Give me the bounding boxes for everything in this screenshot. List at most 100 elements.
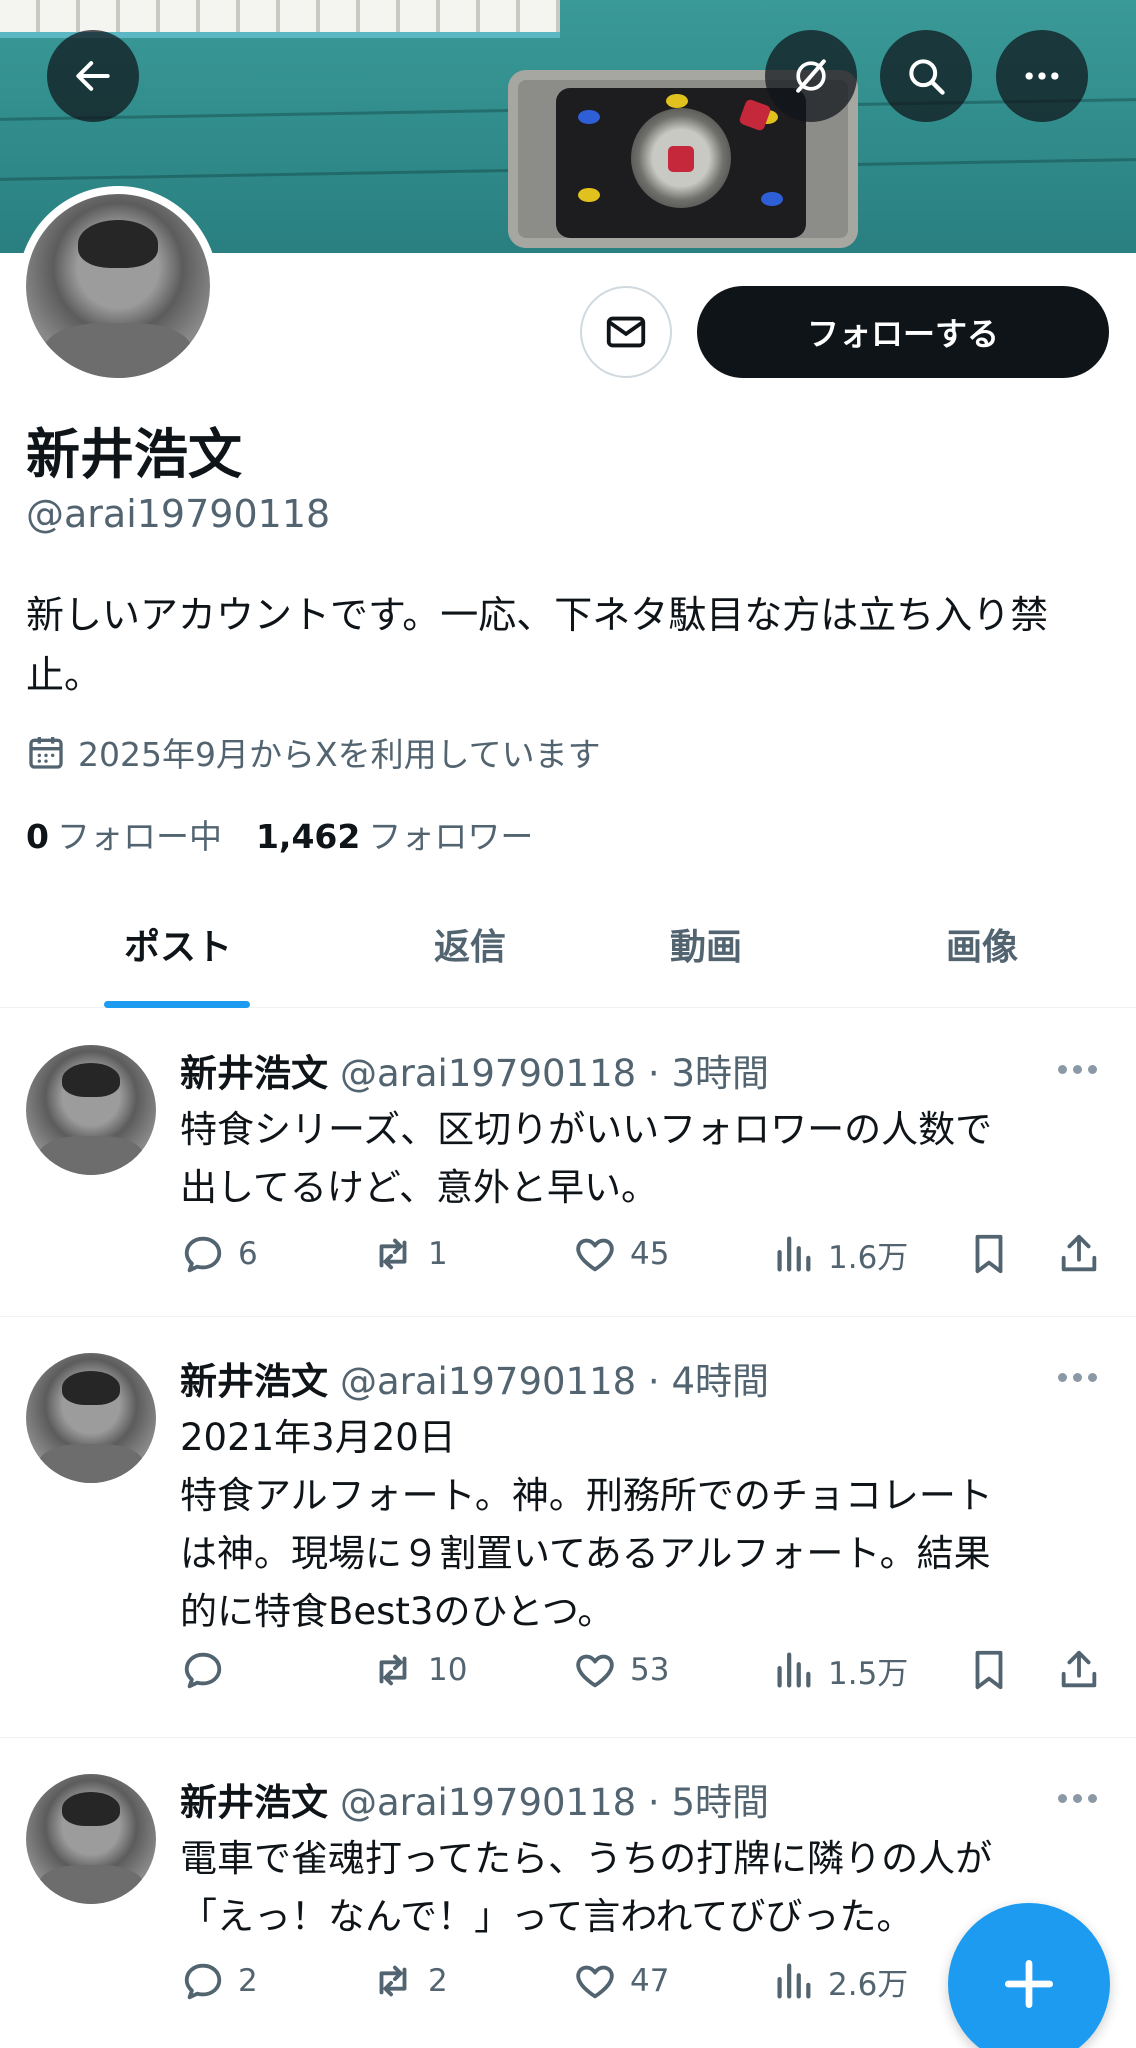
views-icon [777,1236,811,1272]
post[interactable]: 新井浩文 @arai19790118 · 4時間 2021年3月20日 特食アルフ… [0,1317,1136,1738]
follow-button[interactable]: フォローする [697,286,1109,378]
post-separator: · [636,1781,672,1824]
repost-count: 1 [428,1236,448,1272]
like-button[interactable]: 47 [572,1958,669,2004]
message-button[interactable] [580,286,672,378]
joined-label: 2025年9月からXを利用しています [78,735,601,774]
post-author-handle[interactable]: @arai19790118 [340,1781,636,1824]
reply-icon [184,1236,222,1273]
post-more-button[interactable] [1058,1059,1108,1079]
reply-button[interactable]: 6 [180,1231,258,1277]
repost-button[interactable]: 10 [370,1647,467,1693]
reply-button[interactable] [180,1647,238,1693]
post-header: 新井浩文 @arai19790118 · 4時間 [180,1351,769,1405]
like-button[interactable]: 53 [572,1647,669,1693]
tab-images[interactable]: 画像 [864,880,1100,1008]
post-actions: 6 1 45 1.6万 [180,1231,1110,1285]
post-author-name[interactable]: 新井浩文 [180,1781,328,1824]
post-header: 新井浩文 @arai19790118 · 5時間 [180,1772,769,1826]
share-icon [1061,1650,1097,1688]
profile-bio: 新しいアカウントです。一応、下ネタ駄目な方は立ち入り禁止。 [26,593,1049,697]
view-count: 1.5万 [828,1655,909,1692]
reply-button[interactable]: 2 [180,1958,258,2004]
post-time[interactable]: 3時間 [671,1052,769,1095]
repost-count: 10 [428,1652,468,1688]
bookmark-button[interactable] [966,1231,1012,1277]
grok-icon [796,59,826,93]
post-author-handle[interactable]: @arai19790118 [340,1360,636,1403]
search-icon [909,59,945,95]
profile-name: 新井浩文 [26,423,242,486]
following-label: フォロー中 [56,817,222,856]
post-author-handle[interactable]: @arai19790118 [340,1052,636,1095]
repost-icon [379,1965,407,1997]
reply-count: 6 [238,1236,258,1272]
more-button[interactable] [996,30,1088,122]
profile-handle: @arai19790118 [26,492,331,536]
share-button[interactable] [1056,1231,1102,1277]
post-text: 電車で雀魂打ってたら、うちの打牌に隣りの人が 「えっ！なんで！」って言われてびび… [180,1837,993,1938]
share-icon [1061,1234,1097,1272]
reply-count: 2 [238,1963,258,1999]
followers-label: フォロワー [368,817,534,856]
grok-button[interactable] [765,30,857,122]
plus-icon [1004,1959,1054,2009]
joined-date: 2025年9月からXを利用しています [26,728,601,776]
back-button[interactable] [47,30,139,122]
view-count: 2.6万 [828,1966,909,2003]
views-icon [777,1963,811,1999]
heart-icon [576,1965,614,1999]
post-text: 2021年3月20日 特食アルフォート。神。刑務所でのチョコレート は神。現場に… [180,1416,993,1633]
like-count: 45 [630,1236,670,1272]
arrow-left-icon [76,61,110,91]
following-count: 0 [26,817,49,856]
views-button[interactable]: 1.5万 [770,1647,908,1693]
repost-button[interactable]: 2 [370,1958,448,2004]
views-icon [777,1652,811,1688]
bookmark-icon [975,1650,1003,1690]
post-header: 新井浩文 @arai19790118 · 3時間 [180,1043,769,1097]
tab-replies[interactable]: 返信 [352,880,588,1008]
post-avatar[interactable] [26,1353,156,1483]
following-link[interactable]: 0 フォロー中 [26,810,222,858]
heart-icon [576,1238,614,1272]
bookmark-icon [975,1234,1003,1274]
like-button[interactable]: 45 [572,1231,669,1277]
profile-tabs: ポスト 返信 動画 画像 [0,880,1136,1008]
views-button[interactable]: 1.6万 [770,1231,908,1277]
profile-avatar[interactable] [18,186,218,386]
post-author-name[interactable]: 新井浩文 [180,1052,328,1095]
reply-icon [184,1963,222,2000]
tab-videos[interactable]: 動画 [588,880,824,1008]
followers-count: 1,462 [255,817,361,856]
post-more-button[interactable] [1058,1367,1108,1387]
share-button[interactable] [1056,1647,1102,1693]
calendar-icon [29,737,63,769]
search-button[interactable] [880,30,972,122]
like-count: 47 [630,1963,670,1999]
post-text: 特食シリーズ、区切りがいいフォロワーの人数で 出してるけど、意外と早い。 [180,1108,993,1209]
post-author-name[interactable]: 新井浩文 [180,1360,328,1403]
post-separator: · [636,1052,672,1095]
envelope-icon [606,316,646,348]
post-avatar[interactable] [26,1045,156,1175]
repost-count: 2 [428,1963,448,1999]
reply-icon [184,1652,222,1689]
tab-posts[interactable]: ポスト [60,880,296,1008]
repost-icon [379,1238,407,1270]
post-time[interactable]: 5時間 [671,1781,769,1824]
bookmark-button[interactable] [966,1647,1012,1693]
views-button[interactable]: 2.6万 [770,1958,908,2004]
post[interactable]: 新井浩文 @arai19790118 · 3時間 特食シリーズ、区切りがいいフォロ… [0,1009,1136,1317]
heart-icon [576,1654,614,1688]
follow-counts: 0 フォロー中 1,462 フォロワー [26,810,533,858]
post-more-button[interactable] [1058,1788,1108,1808]
post-time[interactable]: 4時間 [671,1360,769,1403]
view-count: 1.6万 [828,1239,909,1276]
post-separator: · [636,1360,672,1403]
like-count: 53 [630,1652,670,1688]
followers-link[interactable]: 1,462 フォロワー [256,810,533,858]
repost-button[interactable]: 1 [370,1231,448,1277]
more-icon [1025,72,1059,80]
post-avatar[interactable] [26,1774,156,1904]
